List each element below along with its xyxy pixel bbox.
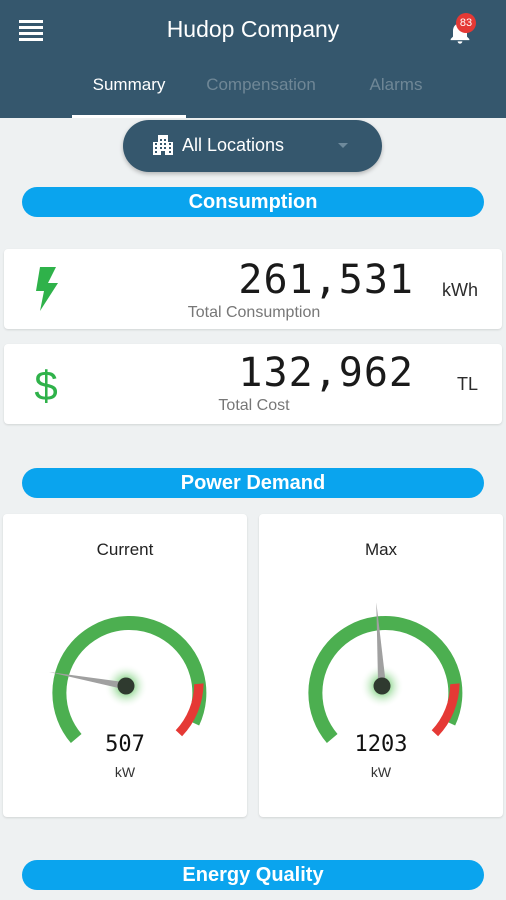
total-consumption-label: Total Consumption	[187, 304, 321, 321]
location-dropdown-value: All Locations	[182, 135, 285, 155]
tab-summary[interactable]: Summary	[72, 66, 186, 118]
section-power-demand: Power Demand	[22, 468, 484, 498]
total-cost-card[interactable]: $ 132,962 TL Total Cost	[4, 344, 502, 424]
section-consumption: Consumption	[22, 187, 484, 217]
current-demand-card[interactable]: Current 507 kW	[3, 514, 247, 817]
total-cost-unit: TL	[456, 374, 478, 394]
max-demand-card[interactable]: Max 1203 kW	[259, 514, 503, 817]
location-dropdown[interactable]: All Locations	[123, 120, 382, 172]
tab-bar: Summary Compensation Alarms	[72, 66, 456, 118]
total-cost-label: Total Cost	[218, 397, 290, 414]
total-consumption-card[interactable]: 261,531 kWh Total Consumption	[4, 249, 502, 329]
tab-alarms[interactable]: Alarms	[336, 66, 456, 118]
current-demand-value: 507	[105, 732, 145, 757]
total-cost-value: 132,962	[238, 350, 414, 396]
building-icon	[153, 135, 173, 155]
notification-badge: 83	[456, 13, 476, 33]
max-demand-unit: kW	[370, 764, 392, 780]
total-consumption-unit: kWh	[442, 280, 478, 300]
max-demand-value: 1203	[354, 732, 408, 757]
svg-text:$: $	[34, 362, 57, 406]
gauge-title-current: Current	[96, 540, 154, 559]
dollar-icon: $	[34, 362, 57, 406]
chevron-down-icon	[338, 143, 348, 148]
app-title: Hudop Company	[166, 16, 340, 42]
lightning-bolt-icon	[36, 267, 58, 311]
gauge-title-max: Max	[364, 540, 398, 559]
section-energy-quality: Energy Quality	[22, 860, 484, 890]
top-app-bar: Hudop Company 83 Summary Compensation Al…	[0, 0, 506, 118]
current-demand-unit: kW	[114, 764, 136, 780]
app-screen: Hudop Company 83 Summary Compensation Al…	[0, 0, 506, 900]
tab-compensation[interactable]: Compensation	[186, 66, 336, 118]
total-consumption-value: 261,531	[238, 257, 414, 303]
